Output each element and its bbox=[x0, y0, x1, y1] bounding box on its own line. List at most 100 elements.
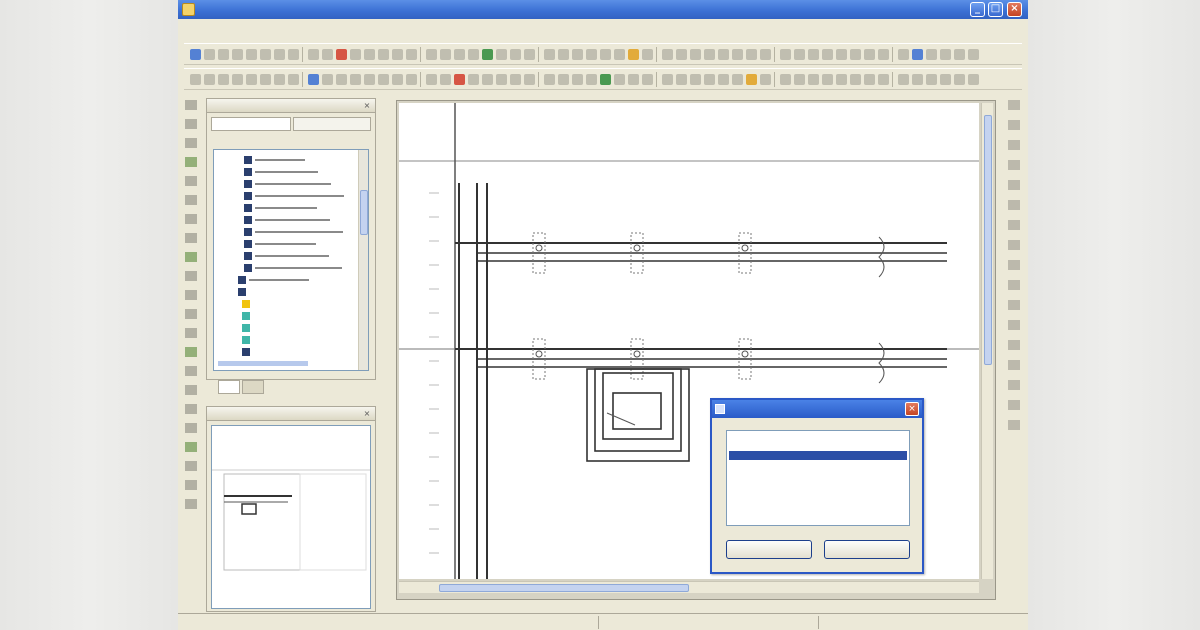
toolbar-tool-icon[interactable] bbox=[780, 74, 791, 85]
tree-item[interactable] bbox=[244, 156, 305, 166]
tree-item[interactable] bbox=[244, 180, 331, 190]
dialog-list-item[interactable] bbox=[729, 463, 907, 472]
toolbar-tool-icon[interactable] bbox=[364, 74, 375, 85]
dialog-cancel-button[interactable] bbox=[824, 540, 910, 559]
canvas-hscrollbar[interactable] bbox=[399, 581, 979, 593]
toolbar-tool-icon[interactable] bbox=[794, 49, 805, 60]
toolbar-tool-icon[interactable] bbox=[246, 74, 257, 85]
toolbar-tool-icon[interactable] bbox=[350, 49, 361, 60]
view-tool-icon[interactable] bbox=[1008, 260, 1020, 270]
draw-tool-icon[interactable] bbox=[185, 252, 197, 262]
draw-tool-icon[interactable] bbox=[185, 480, 197, 490]
toolbar-tool-icon[interactable] bbox=[968, 49, 979, 60]
toolbar-tool-icon[interactable] bbox=[468, 49, 479, 60]
toolbar-tool-icon[interactable] bbox=[406, 74, 417, 85]
toolbar-tool-icon[interactable] bbox=[836, 74, 847, 85]
view-tool-icon[interactable] bbox=[1008, 180, 1020, 190]
tree-hscroll-thumb[interactable] bbox=[218, 361, 308, 366]
draw-tool-icon[interactable] bbox=[185, 309, 197, 319]
toolbar-tool-icon[interactable] bbox=[614, 49, 625, 60]
view-tool-icon[interactable] bbox=[1008, 100, 1020, 110]
explorer-tab-1[interactable] bbox=[211, 117, 291, 131]
dialog-ok-button[interactable] bbox=[726, 540, 812, 559]
toolbar-tool-icon[interactable] bbox=[260, 49, 271, 60]
toolbar-tool-icon[interactable] bbox=[662, 74, 673, 85]
view-tool-icon[interactable] bbox=[1008, 320, 1020, 330]
view-tool-icon[interactable] bbox=[1008, 160, 1020, 170]
draw-tool-icon[interactable] bbox=[185, 499, 197, 509]
tree-item[interactable] bbox=[244, 228, 343, 238]
toolbar-tool-icon[interactable] bbox=[440, 49, 451, 60]
draw-tool-icon[interactable] bbox=[185, 385, 197, 395]
toolbar-tool-icon[interactable] bbox=[190, 74, 201, 85]
toolbar-tool-icon[interactable] bbox=[288, 49, 299, 60]
toolbar-tool-icon[interactable] bbox=[836, 49, 847, 60]
explorer-close-button[interactable]: × bbox=[362, 101, 372, 111]
tree-item[interactable] bbox=[244, 168, 318, 178]
toolbar-tool-icon[interactable] bbox=[510, 49, 521, 60]
dialog-list-item[interactable] bbox=[729, 451, 907, 460]
toolbar-tool-icon[interactable] bbox=[864, 49, 875, 60]
toolbar-tool-icon[interactable] bbox=[308, 49, 319, 60]
toolbar-tool-icon[interactable] bbox=[544, 49, 555, 60]
toolbar-tool-icon[interactable] bbox=[218, 49, 229, 60]
toolbar-tool-icon[interactable] bbox=[288, 74, 299, 85]
toolbar-tool-icon[interactable] bbox=[898, 74, 909, 85]
view-tool-icon[interactable] bbox=[1008, 220, 1020, 230]
toolbar-tool-icon[interactable] bbox=[454, 74, 465, 85]
toolbar-tool-icon[interactable] bbox=[718, 49, 729, 60]
toolbar-tool-icon[interactable] bbox=[878, 74, 889, 85]
toolbar-tool-icon[interactable] bbox=[510, 74, 521, 85]
canvas-hscroll-thumb[interactable] bbox=[439, 584, 689, 592]
toolbar-tool-icon[interactable] bbox=[954, 49, 965, 60]
tree-item[interactable] bbox=[242, 348, 253, 358]
toolbar-tool-icon[interactable] bbox=[496, 49, 507, 60]
toolbar-tool-icon[interactable] bbox=[926, 49, 937, 60]
tree-scrollbar[interactable] bbox=[358, 150, 368, 370]
explorer-bottom-tab-2[interactable] bbox=[242, 380, 264, 394]
tree-item[interactable] bbox=[238, 276, 309, 286]
draw-tool-icon[interactable] bbox=[185, 347, 197, 357]
toolbar-tool-icon[interactable] bbox=[440, 74, 451, 85]
toolbar-tool-icon[interactable] bbox=[468, 74, 479, 85]
toolbar-tool-icon[interactable] bbox=[190, 49, 201, 60]
toolbar-tool-icon[interactable] bbox=[378, 74, 389, 85]
draw-tool-icon[interactable] bbox=[185, 214, 197, 224]
tree-item[interactable] bbox=[238, 288, 249, 298]
toolbar-tool-icon[interactable] bbox=[926, 74, 937, 85]
toolbar-tool-icon[interactable] bbox=[544, 74, 555, 85]
toolbar-tool-icon[interactable] bbox=[662, 49, 673, 60]
tree-item[interactable] bbox=[244, 216, 330, 226]
draw-tool-icon[interactable] bbox=[185, 176, 197, 186]
toolbar-tool-icon[interactable] bbox=[558, 74, 569, 85]
toolbar-tool-icon[interactable] bbox=[572, 49, 583, 60]
toolbar-tool-icon[interactable] bbox=[426, 49, 437, 60]
toolbar-tool-icon[interactable] bbox=[482, 74, 493, 85]
toolbar-tool-icon[interactable] bbox=[274, 74, 285, 85]
draw-tool-icon[interactable] bbox=[185, 442, 197, 452]
maximize-button[interactable]: □ bbox=[988, 2, 1003, 17]
view-tool-icon[interactable] bbox=[1008, 240, 1020, 250]
toolbar-tool-icon[interactable] bbox=[940, 49, 951, 60]
tree-item[interactable] bbox=[242, 324, 253, 334]
toolbar-tool-icon[interactable] bbox=[794, 74, 805, 85]
toolbar-tool-icon[interactable] bbox=[322, 49, 333, 60]
draw-tool-icon[interactable] bbox=[185, 290, 197, 300]
toolbar-tool-icon[interactable] bbox=[732, 74, 743, 85]
toolbar-tool-icon[interactable] bbox=[746, 49, 757, 60]
view-tool-icon[interactable] bbox=[1008, 280, 1020, 290]
toolbar-tool-icon[interactable] bbox=[204, 74, 215, 85]
toolbar-tool-icon[interactable] bbox=[912, 49, 923, 60]
dialog-list-item[interactable] bbox=[729, 439, 907, 448]
toolbar-tool-icon[interactable] bbox=[676, 74, 687, 85]
toolbar-tool-icon[interactable] bbox=[760, 49, 771, 60]
draw-tool-icon[interactable] bbox=[185, 233, 197, 243]
toolbar-tool-icon[interactable] bbox=[232, 74, 243, 85]
toolbar-tool-icon[interactable] bbox=[392, 49, 403, 60]
toolbar-tool-icon[interactable] bbox=[968, 74, 979, 85]
toolbar-tool-icon[interactable] bbox=[940, 74, 951, 85]
draw-tool-icon[interactable] bbox=[185, 328, 197, 338]
toolbar-tool-icon[interactable] bbox=[808, 74, 819, 85]
draw-tool-icon[interactable] bbox=[185, 119, 197, 129]
toolbar-tool-icon[interactable] bbox=[350, 74, 361, 85]
